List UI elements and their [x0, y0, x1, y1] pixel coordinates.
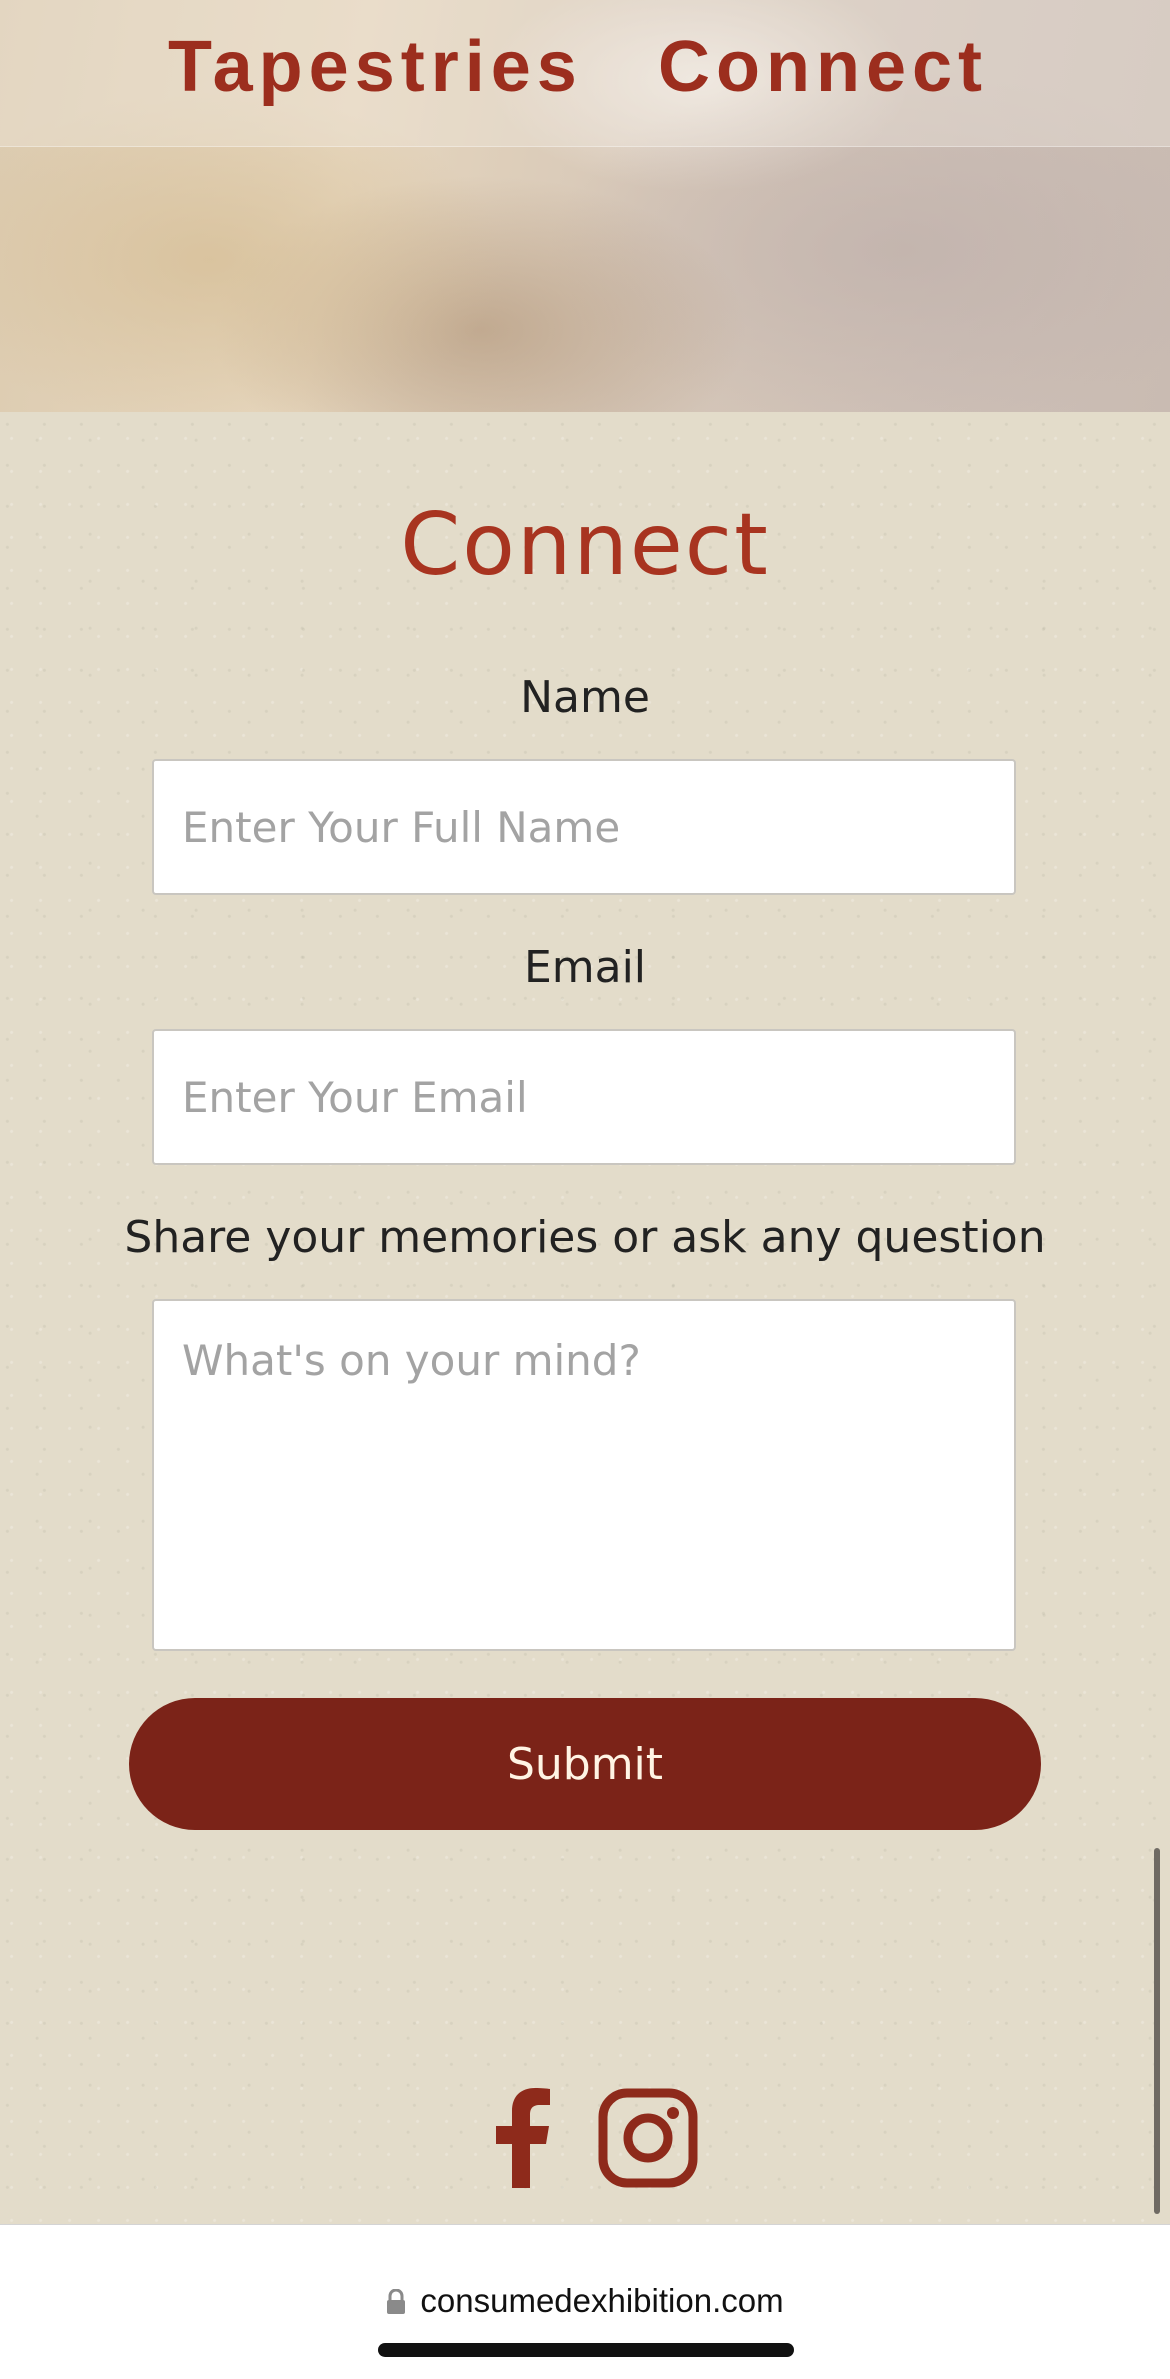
page-title: Connect: [400, 495, 770, 595]
email-label: Email: [523, 942, 647, 993]
message-label: Share your memories or ask any question: [124, 1212, 1046, 1263]
name-label: Name: [520, 672, 650, 723]
page: Tapestries Connect Connect Name Email Sh…: [0, 0, 1170, 2379]
url-text: consumedexhibition.com: [420, 2282, 784, 2319]
hero-banner: Tapestries Connect: [0, 0, 1170, 412]
nav-link-tapestries[interactable]: Tapestries: [168, 22, 583, 112]
facebook-icon[interactable]: [492, 2088, 552, 2188]
nav-link-connect[interactable]: Connect: [658, 22, 988, 112]
email-input[interactable]: [152, 1029, 1016, 1165]
instagram-icon[interactable]: [598, 2088, 698, 2188]
scrollbar[interactable]: [1154, 1848, 1160, 2214]
connect-section: Connect Name Email Share your memories o…: [0, 412, 1170, 2224]
top-navigation: Tapestries Connect: [0, 0, 1170, 147]
name-input[interactable]: [152, 759, 1016, 895]
lock-icon: [387, 2289, 406, 2314]
browser-bottom-bar: consumedexhibition.com: [0, 2224, 1170, 2379]
address-bar[interactable]: consumedexhibition.com: [0, 2281, 1170, 2321]
message-textarea[interactable]: [152, 1299, 1016, 1651]
submit-button[interactable]: Submit: [129, 1698, 1041, 1830]
home-indicator: [378, 2343, 794, 2357]
